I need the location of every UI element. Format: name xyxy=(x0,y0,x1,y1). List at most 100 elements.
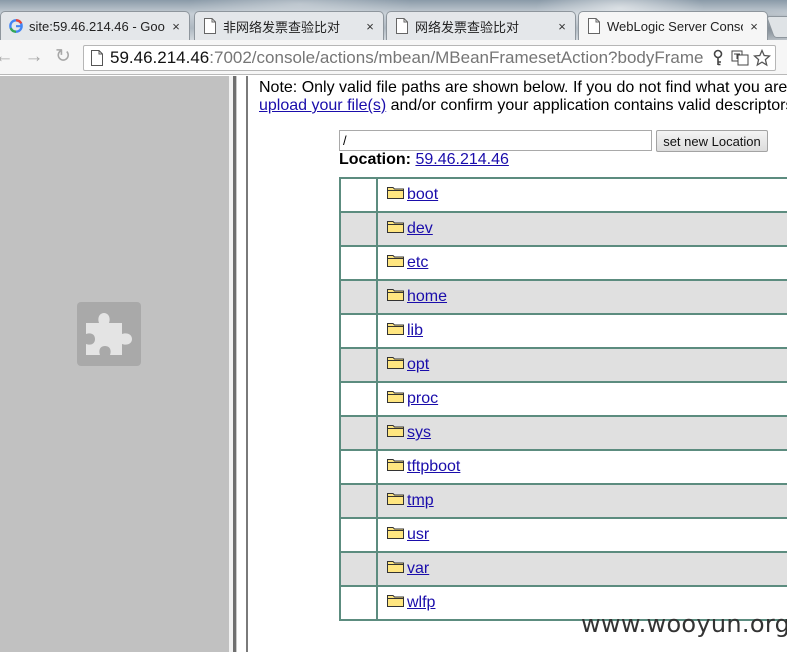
folder-link[interactable]: usr xyxy=(407,526,429,544)
folder-icon xyxy=(387,458,404,471)
browser-toolbar: ← → ↻ 59.46.214.46:7002/console/actions/… xyxy=(0,40,787,75)
star-icon[interactable] xyxy=(752,48,772,67)
folder-row-cell: boot xyxy=(378,179,787,211)
folder-icon xyxy=(387,186,404,199)
folder-icon xyxy=(387,322,404,335)
reload-icon[interactable]: ↻ xyxy=(53,47,73,67)
address-path: :7002/console/actions/mbean/MBeanFramese… xyxy=(209,48,704,67)
tab-title: 网络发票查验比对 xyxy=(415,19,520,35)
tab-google-search[interactable]: site:59.46.214.46 - Goog × xyxy=(0,11,190,40)
folder-icon xyxy=(387,594,404,607)
folder-icon xyxy=(387,220,404,233)
tab-title: 非网络发票查验比对 xyxy=(223,19,341,35)
folder-row-spacer xyxy=(341,213,378,245)
folder-link[interactable]: etc xyxy=(407,254,428,272)
frame-border xyxy=(246,76,248,652)
location-label: Location: xyxy=(339,151,411,168)
current-location: Location: 59.46.214.46 xyxy=(339,151,509,169)
set-new-location-button[interactable]: set new Location xyxy=(656,130,768,152)
tab-title: site:59.46.214.46 - Goog xyxy=(29,18,165,34)
forward-arrow-icon[interactable]: → xyxy=(24,47,44,67)
folder-row-spacer xyxy=(341,349,378,381)
folder-row-spacer xyxy=(341,587,378,619)
folder-icon xyxy=(387,492,404,505)
folder-icon xyxy=(387,526,404,539)
folder-link[interactable]: boot xyxy=(407,186,438,204)
folder-row-spacer xyxy=(341,281,378,313)
folder-row-cell: home xyxy=(378,281,787,313)
folder-row: home xyxy=(341,281,787,315)
close-icon[interactable]: × xyxy=(169,19,183,34)
folder-row: sys xyxy=(341,417,787,451)
folder-row-cell: proc xyxy=(378,383,787,415)
folder-row: tmp xyxy=(341,485,787,519)
tab-invoice-check-online[interactable]: 网络发票查验比对 × xyxy=(386,11,576,40)
folder-row: var xyxy=(341,553,787,587)
folder-row: boot xyxy=(341,179,787,213)
tab-invoice-check-offline[interactable]: 非网络发票查验比对 × xyxy=(194,11,384,40)
folder-link[interactable]: tftpboot xyxy=(407,458,460,476)
folder-row: opt xyxy=(341,349,787,383)
folder-link[interactable]: lib xyxy=(407,322,423,340)
folder-row-spacer xyxy=(341,247,378,279)
left-frame xyxy=(0,76,229,652)
file-browser-content: Note: Only valid file paths are shown be… xyxy=(249,76,787,652)
upload-files-link[interactable]: upload your file(s) xyxy=(259,97,386,114)
folder-icon xyxy=(387,390,404,403)
folder-icon xyxy=(387,254,404,267)
folder-link[interactable]: opt xyxy=(407,356,429,374)
close-icon[interactable]: × xyxy=(363,19,377,34)
tab-weblogic-console[interactable]: WebLogic Server Conso × xyxy=(578,11,768,40)
folder-row-cell: tftpboot xyxy=(378,451,787,483)
new-tab-button[interactable] xyxy=(765,16,787,38)
folder-icon xyxy=(387,560,404,573)
folder-row-cell: opt xyxy=(378,349,787,381)
folder-row-cell: etc xyxy=(378,247,787,279)
folder-row-spacer xyxy=(341,451,378,483)
folder-link[interactable]: sys xyxy=(407,424,431,442)
key-icon[interactable] xyxy=(709,49,727,67)
note-line-1: Note: Only valid file paths are shown be… xyxy=(259,79,787,97)
location-input[interactable] xyxy=(339,130,652,151)
address-bar[interactable]: 59.46.214.46:7002/console/actions/mbean/… xyxy=(83,45,776,71)
note-text: Note: Only valid file paths are shown be… xyxy=(259,79,787,96)
folder-icon xyxy=(387,288,404,301)
folder-row-cell: tmp xyxy=(378,485,787,517)
address-host: 59.46.214.46 xyxy=(110,48,210,67)
close-icon[interactable]: × xyxy=(555,19,569,34)
folder-link[interactable]: dev xyxy=(407,220,433,238)
folder-row-spacer xyxy=(341,417,378,449)
page-icon xyxy=(588,18,600,34)
folder-row-cell: var xyxy=(378,553,787,585)
folder-row-cell: dev xyxy=(378,213,787,245)
folder-icon xyxy=(387,424,404,437)
plugin-icon xyxy=(77,302,141,366)
folder-row: usr xyxy=(341,519,787,553)
back-arrow-icon[interactable]: ← xyxy=(0,47,14,67)
folder-row-cell: sys xyxy=(378,417,787,449)
folder-row: dev xyxy=(341,213,787,247)
folder-link[interactable]: var xyxy=(407,560,429,578)
folder-row: lib xyxy=(341,315,787,349)
note-line-2: upload your file(s) and/or confirm your … xyxy=(259,97,787,115)
folder-row: etc xyxy=(341,247,787,281)
folder-row-spacer xyxy=(341,485,378,517)
page-icon xyxy=(91,50,103,66)
watermark: www.wooyun.org xyxy=(581,610,787,638)
address-bar-actions xyxy=(706,48,772,67)
folder-link[interactable]: home xyxy=(407,288,447,306)
close-icon[interactable]: × xyxy=(747,19,761,34)
page-icon xyxy=(204,18,216,34)
folder-row: tftpboot xyxy=(341,451,787,485)
folder-link[interactable]: proc xyxy=(407,390,438,408)
folder-row-spacer xyxy=(341,383,378,415)
google-icon xyxy=(9,19,23,33)
folder-row-spacer xyxy=(341,315,378,347)
translate-icon[interactable] xyxy=(731,49,749,67)
folder-row-cell: lib xyxy=(378,315,787,347)
note-suffix: and/or confirm your application contains… xyxy=(386,97,787,114)
location-host-link[interactable]: 59.46.214.46 xyxy=(415,151,508,168)
folder-row-spacer xyxy=(341,553,378,585)
folder-link[interactable]: wlfp xyxy=(407,594,435,612)
folder-link[interactable]: tmp xyxy=(407,492,434,510)
